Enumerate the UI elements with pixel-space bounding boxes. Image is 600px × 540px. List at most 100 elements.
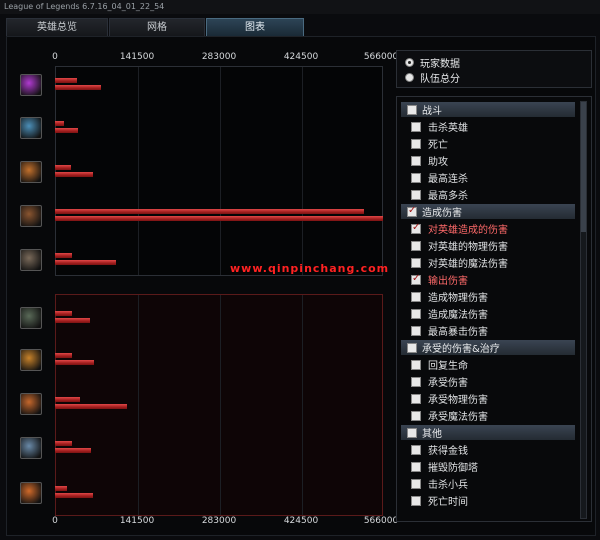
stat-checkbox-item[interactable]: 摧毁防御塔 — [411, 459, 478, 474]
stat-label: 助攻 — [428, 157, 448, 168]
stat-checkbox-item[interactable]: 承受伤害 — [411, 374, 468, 389]
checkbox-icon[interactable] — [411, 257, 421, 268]
stat-checkbox-item[interactable]: 造成物理伤害 — [411, 289, 488, 304]
checkbox-icon[interactable] — [411, 291, 421, 302]
stat-label: 击杀小兵 — [428, 480, 468, 491]
scrollbar-thumb[interactable] — [581, 102, 586, 232]
stat-label: 最高连杀 — [428, 174, 468, 185]
stat-label: 造成魔法伤害 — [428, 310, 488, 321]
stat-category-header[interactable]: 承受的伤害&治疗 — [401, 340, 575, 355]
tab-champion-overview[interactable]: 英雄总览 — [6, 18, 108, 36]
checkbox-icon[interactable] — [411, 461, 421, 472]
stat-checkbox-item[interactable]: 最高多杀 — [411, 187, 468, 202]
champion-portrait[interactable] — [20, 161, 42, 183]
checkbox-icon[interactable] — [407, 342, 417, 353]
tab-bar: 英雄总览 网格 图表 — [6, 18, 305, 36]
stat-checklist: 战斗击杀英雄死亡助攻最高连杀最高多杀造成伤害对英雄造成的伤害对英雄的物理伤害对英… — [396, 96, 592, 522]
checkbox-icon[interactable] — [407, 104, 417, 115]
chart-bar — [55, 165, 71, 170]
checkbox-icon[interactable] — [411, 121, 421, 132]
stat-category-header[interactable]: 造成伤害 — [401, 204, 575, 219]
stat-checkbox-item[interactable]: 获得金钱 — [411, 442, 468, 457]
chart-bar — [55, 209, 365, 214]
stat-checkbox-item[interactable]: 击杀英雄 — [411, 119, 468, 134]
tab-graph[interactable]: 图表 — [206, 18, 304, 36]
view-mode-group: 玩家数据 队伍总分 — [396, 50, 592, 88]
stat-category-header[interactable]: 战斗 — [401, 102, 575, 117]
checkbox-icon[interactable] — [411, 155, 421, 166]
stat-category-header[interactable]: 其他 — [401, 425, 575, 440]
checkbox-icon[interactable] — [411, 393, 421, 404]
stat-checkbox-item[interactable]: 击杀小兵 — [411, 476, 468, 491]
stat-checkbox-item[interactable]: 死亡 — [411, 136, 448, 151]
checkbox-icon[interactable] — [411, 189, 421, 200]
radio-label: 队伍总分 — [420, 73, 460, 85]
stat-checkbox-item[interactable]: 承受物理伤害 — [411, 391, 488, 406]
chart-gridline — [138, 295, 139, 515]
chart-bar — [55, 360, 95, 365]
stat-label: 其他 — [422, 429, 442, 440]
checkbox-icon[interactable] — [411, 376, 421, 387]
checkbox-icon[interactable] — [411, 308, 421, 319]
radio-team-total[interactable]: 队伍总分 — [405, 70, 460, 85]
stat-label: 对英雄的魔法伤害 — [428, 259, 508, 270]
checkbox-icon[interactable] — [411, 325, 421, 336]
axis-tick-label: 566000 — [363, 52, 399, 62]
checkbox-icon[interactable] — [411, 410, 421, 421]
axis-tick-label: 566000 — [363, 516, 399, 526]
checkbox-icon[interactable] — [411, 172, 421, 183]
axis-tick-label: 0 — [52, 516, 58, 526]
stat-checkbox-item[interactable]: 死亡时间 — [411, 493, 468, 508]
champion-portrait[interactable] — [20, 249, 42, 271]
stat-checkbox-item[interactable]: 回复生命 — [411, 357, 468, 372]
checkbox-icon[interactable] — [411, 359, 421, 370]
checkbox-checked-icon[interactable] — [411, 273, 421, 285]
stat-label: 最高暴击伤害 — [428, 327, 488, 338]
chart-gridline — [220, 67, 221, 275]
checkbox-checked-icon[interactable] — [411, 222, 421, 234]
radio-unselected-icon — [405, 72, 414, 82]
champion-portrait[interactable] — [20, 482, 42, 504]
stat-checkbox-item[interactable]: 最高暴击伤害 — [411, 323, 488, 338]
stat-checkbox-item[interactable]: 最高连杀 — [411, 170, 468, 185]
checkbox-icon[interactable] — [411, 495, 421, 506]
stat-label: 承受物理伤害 — [428, 395, 488, 406]
radio-player-data[interactable]: 玩家数据 — [405, 55, 460, 70]
checkbox-icon[interactable] — [411, 138, 421, 149]
stat-label: 造成物理伤害 — [428, 293, 488, 304]
checkbox-checked-icon[interactable] — [407, 205, 417, 217]
champion-portrait[interactable] — [20, 437, 42, 459]
tab-grid[interactable]: 网格 — [109, 18, 205, 36]
checkbox-icon[interactable] — [407, 427, 417, 438]
stat-checkbox-item[interactable]: 对英雄的物理伤害 — [411, 238, 508, 253]
checkbox-icon[interactable] — [411, 240, 421, 251]
axis-tick-label: 141500 — [119, 52, 155, 62]
chart-bar — [55, 486, 67, 491]
axis-tick-label: 0 — [52, 52, 58, 62]
champion-portrait[interactable] — [20, 74, 42, 96]
champion-portrait[interactable] — [20, 117, 42, 139]
champion-portrait[interactable] — [20, 205, 42, 227]
chart-gridline — [302, 67, 303, 275]
stat-label: 最高多杀 — [428, 191, 468, 202]
champion-portrait[interactable] — [20, 349, 42, 371]
champion-portrait[interactable] — [20, 393, 42, 415]
stat-label: 死亡时间 — [428, 497, 468, 508]
stat-checkbox-item[interactable]: 对英雄的魔法伤害 — [411, 255, 508, 270]
stat-label: 对英雄的物理伤害 — [428, 242, 508, 253]
stat-checkbox-item[interactable]: 输出伤害 — [411, 272, 468, 287]
stat-label: 承受伤害 — [428, 378, 468, 389]
chart-bar — [55, 128, 79, 133]
stat-checkbox-item[interactable]: 承受魔法伤害 — [411, 408, 488, 423]
stat-checkbox-item[interactable]: 助攻 — [411, 153, 448, 168]
champion-portrait[interactable] — [20, 307, 42, 329]
checkbox-icon[interactable] — [411, 444, 421, 455]
chart-gridline — [220, 295, 221, 515]
stat-checkbox-item[interactable]: 对英雄造成的伤害 — [411, 221, 508, 236]
stat-checkbox-item[interactable]: 造成魔法伤害 — [411, 306, 488, 321]
chart-bar — [55, 121, 65, 126]
radio-selected-icon — [405, 57, 414, 67]
stat-label: 输出伤害 — [428, 276, 468, 287]
checkbox-icon[interactable] — [411, 478, 421, 489]
checklist-scrollbar[interactable] — [580, 101, 587, 519]
